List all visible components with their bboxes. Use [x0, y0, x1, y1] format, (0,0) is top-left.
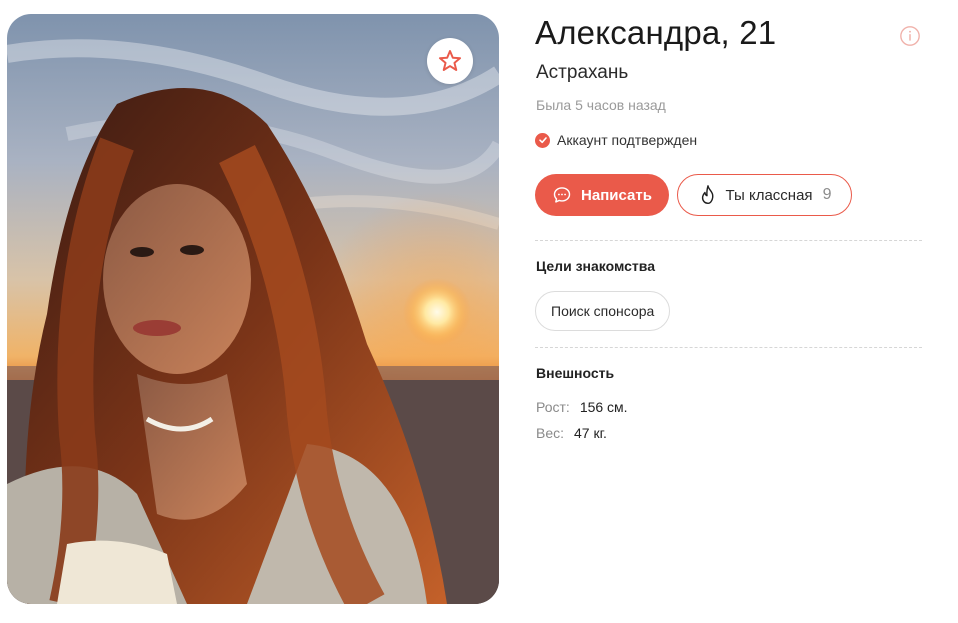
photo-image: [7, 14, 499, 604]
star-icon: [438, 50, 462, 71]
height-row: Рост: 156 см.: [536, 399, 628, 415]
info-icon[interactable]: [899, 25, 921, 47]
flame-icon: [701, 185, 713, 205]
write-message-button[interactable]: Написать: [535, 174, 669, 216]
divider: [535, 240, 922, 241]
chat-bubble-icon: [553, 187, 571, 203]
last-seen-status: Была 5 часов назад: [536, 97, 666, 113]
verified-badge: Аккаунт подтвержден: [535, 132, 697, 148]
profile-city: Астрахань: [536, 62, 629, 83]
weight-label: Вес:: [536, 425, 565, 441]
compliment-count: 9: [822, 186, 832, 203]
weight-row: Вес: 47 кг.: [536, 425, 607, 441]
write-message-label: Написать: [581, 186, 652, 204]
height-label: Рост:: [536, 399, 570, 415]
action-buttons: Написать Ты классная 9: [535, 174, 852, 216]
verified-label: Аккаунт подтвержден: [557, 132, 698, 148]
compliment-button[interactable]: Ты классная 9: [677, 174, 852, 216]
compliment-label: Ты классная: [725, 186, 813, 204]
appearance-title: Внешность: [536, 365, 615, 381]
favorite-button[interactable]: [427, 38, 473, 84]
divider: [535, 347, 922, 348]
profile-photo[interactable]: [7, 14, 499, 604]
check-icon: [535, 132, 550, 148]
profile-page: Александра, 21 Астрахань Была 5 часов на…: [0, 0, 958, 623]
profile-name-age: Александра, 21: [535, 14, 777, 51]
height-value: 156 см.: [579, 399, 628, 415]
weight-value: 47 кг.: [574, 425, 607, 441]
goals-title: Цели знакомства: [536, 258, 655, 274]
goal-chip-sponsor: Поиск спонсора: [535, 291, 671, 331]
